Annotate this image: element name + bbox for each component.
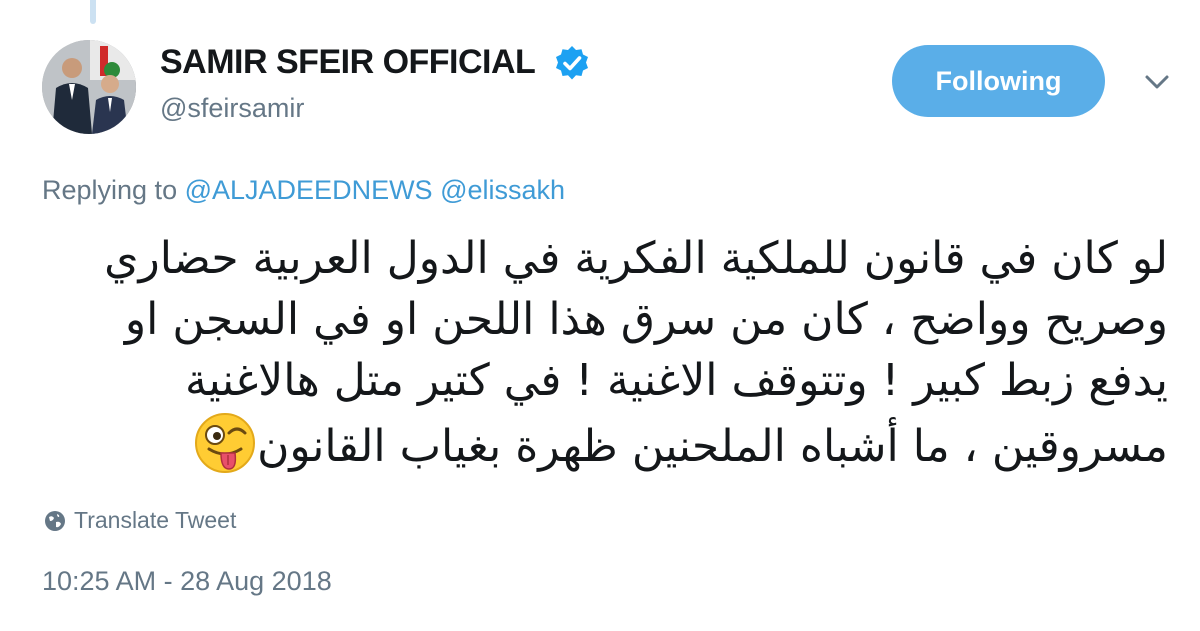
avatar[interactable] [42,40,136,134]
thread-connector-line [90,0,96,24]
replying-prefix: Replying to [42,175,178,205]
mention-link[interactable]: @ALJADEEDNEWS [185,175,433,205]
tweet-text-line: وصريح وواضح ، كان من سرق هذا اللحن او في… [124,294,1168,345]
tweet-text-line-with-emoji: مسروقين ، ما أشباه الملحنين ظهرة بغياب ا… [38,411,1168,477]
globe-icon [45,510,65,531]
tweet-text-line: لو كان في قانون للملكية الفكرية في الدول… [104,233,1168,284]
mention-link[interactable]: @elissakh [440,175,565,205]
tweet-timestamp[interactable]: 10:25 AM - 28 Aug 2018 [42,566,332,597]
avatar-photo [42,40,136,134]
winking-face-with-tongue-icon [195,413,256,473]
following-button[interactable]: Following [892,45,1105,117]
tweet-text-line: يدفع زبط كبير ! وتتوقف الاغنية ! في كتير… [184,355,1168,406]
verified-badge-icon [556,46,588,80]
chevron-down-icon[interactable] [1142,70,1172,94]
replying-to: Replying to @ALJADEEDNEWS @elissakh [42,175,565,206]
tweet-text: لو كان في قانون للملكية الفكرية في الدول… [38,228,1168,477]
tweet-card: SAMIR SFEIR OFFICIAL @sfeirsamir Followi… [0,0,1200,631]
translate-label[interactable]: Translate Tweet [74,507,236,534]
tweet-text-line: مسروقين ، ما أشباه الملحنين ظهرة بغياب ا… [257,421,1168,472]
display-name[interactable]: SAMIR SFEIR OFFICIAL [160,43,536,82]
user-handle[interactable]: @sfeirsamir [160,93,304,124]
translate-tweet-link[interactable]: Translate Tweet [44,507,236,534]
